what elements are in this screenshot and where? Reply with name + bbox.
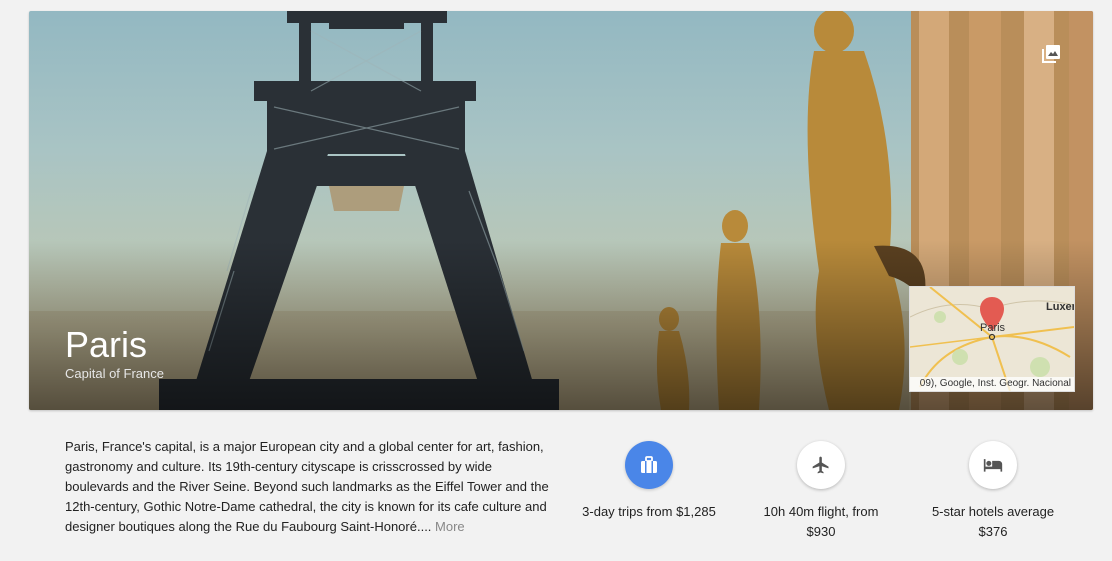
flight-button[interactable]	[797, 441, 845, 489]
hotels-button[interactable]	[969, 441, 1017, 489]
map-thumbnail[interactable]: Luxer Paris 09), Google, Inst. Geogr. Na…	[909, 286, 1075, 392]
hotel-bed-icon	[983, 459, 1003, 472]
place-subtitle: Capital of France	[65, 366, 164, 381]
stat-trips[interactable]: 3-day trips from $1,285	[559, 441, 739, 522]
stat-flight[interactable]: 10h 40m flight, from $930	[731, 441, 911, 542]
hero-banner: Paris Capital of France Luxer Paris 09),…	[29, 11, 1093, 410]
more-link[interactable]: More	[435, 519, 465, 534]
stat-flight-label[interactable]: 10h 40m flight, from $930	[756, 502, 886, 542]
description-text: Paris, France's capital, is a major Euro…	[65, 439, 549, 534]
map-label-paris: Paris	[980, 322, 1006, 334]
place-description: Paris, France's capital, is a major Euro…	[65, 437, 555, 537]
stat-hotels[interactable]: 5-star hotels average $376	[903, 441, 1083, 542]
photo-library-icon	[1042, 45, 1060, 63]
photo-gallery-button[interactable]	[1034, 37, 1068, 71]
place-title: Paris	[65, 324, 148, 365]
map-label-luxembourg: Luxer	[1046, 301, 1075, 313]
stat-hotels-label[interactable]: 5-star hotels average $376	[928, 502, 1058, 542]
briefcase-icon	[641, 456, 657, 473]
description-ellipsis: ...	[420, 519, 432, 534]
map-attribution: 09), Google, Inst. Geogr. Nacional	[910, 377, 1074, 391]
airplane-icon	[812, 456, 829, 474]
stat-trips-label[interactable]: 3-day trips from $1,285	[559, 502, 739, 522]
trips-button[interactable]	[625, 441, 673, 489]
